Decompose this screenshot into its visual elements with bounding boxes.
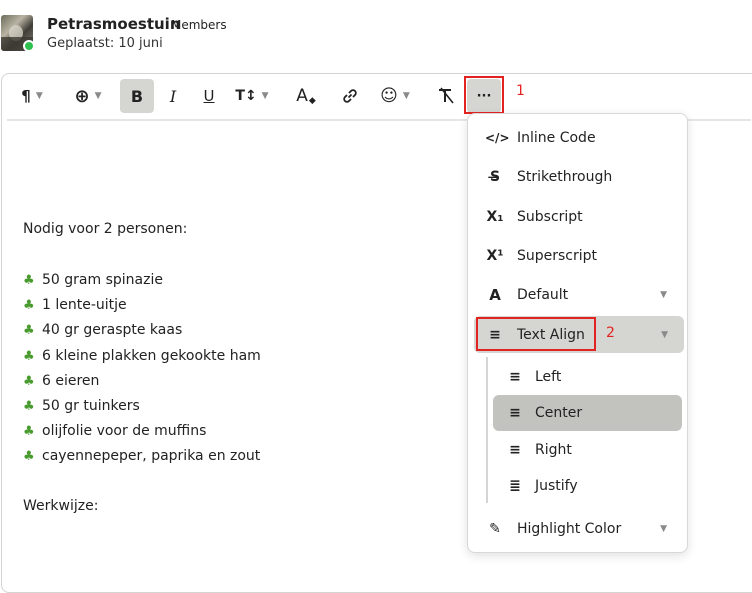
smiley-icon: ☺ bbox=[380, 86, 398, 106]
chevron-down-icon: ▼ bbox=[94, 91, 102, 101]
clear-format-button[interactable] bbox=[431, 79, 461, 113]
font-color-button[interactable]: A ◆ bbox=[289, 79, 323, 113]
chevron-down-icon: ▼ bbox=[660, 290, 667, 300]
ingredient-item: ♣ olijfolie voor de muffins bbox=[23, 423, 206, 439]
menu-item-superscript[interactable]: X¹ Superscript bbox=[468, 238, 689, 274]
strikethrough-icon: S̶ bbox=[489, 169, 501, 185]
align-option-center[interactable]: ≡ Center bbox=[493, 395, 682, 431]
annotation-highlight-box bbox=[476, 317, 596, 351]
ingredient-text: cayennepeper, paprika en zout bbox=[42, 448, 261, 465]
font-icon: A bbox=[489, 286, 501, 304]
align-option-justify[interactable]: ≣ Justify bbox=[493, 468, 682, 504]
chevron-down-icon: ▼ bbox=[402, 91, 410, 101]
online-status-dot bbox=[23, 40, 35, 52]
seedling-icon: ♣ bbox=[23, 348, 35, 364]
ingredient-text: 40 gr geraspte kaas bbox=[42, 322, 183, 339]
underline-button[interactable]: U bbox=[194, 79, 224, 113]
link-button[interactable] bbox=[335, 79, 365, 113]
annotation-highlight-box bbox=[464, 76, 504, 114]
seedling-icon: ♣ bbox=[23, 399, 35, 414]
highlighter-icon: ✎ bbox=[489, 521, 501, 537]
seedling-icon: ♣ bbox=[23, 424, 35, 440]
align-justify-icon: ≣ bbox=[509, 478, 521, 494]
seedling-icon: ♣ bbox=[23, 323, 35, 339]
annotation-number: 1 bbox=[516, 83, 525, 99]
menu-item-label: Default bbox=[517, 287, 569, 303]
ingredient-item: ♣ 1 lente-uitje bbox=[23, 297, 127, 313]
menu-item-label: Highlight Color bbox=[517, 521, 622, 537]
ingredient-item: ♣ cayennepeper, paprika en zout bbox=[23, 448, 260, 464]
ingredient-item: ♣ 6 kleine plakken gekookte ham bbox=[23, 348, 261, 364]
align-option-label: Left bbox=[535, 369, 562, 385]
superscript-icon: X¹ bbox=[486, 248, 504, 264]
seedling-icon: ♣ bbox=[23, 373, 35, 389]
seedling-icon: ♣ bbox=[23, 449, 35, 465]
code-icon: </> bbox=[485, 131, 510, 145]
chevron-down-icon: ▼ bbox=[261, 91, 269, 101]
chevron-down-icon: ▼ bbox=[661, 329, 668, 340]
username[interactable]: Petrasmoestuin bbox=[47, 15, 181, 33]
text-height-icon: T↕ bbox=[235, 88, 257, 104]
role-badge: Members bbox=[171, 18, 227, 32]
align-option-label: Right bbox=[535, 442, 572, 458]
align-option-label: Justify bbox=[535, 478, 578, 494]
menu-item-label: Superscript bbox=[517, 248, 598, 264]
menu-item-label: Subscript bbox=[517, 209, 583, 225]
seedling-icon: ♣ bbox=[23, 273, 35, 288]
intro-line: Nodig voor 2 personen: bbox=[23, 221, 188, 237]
clear-format-icon bbox=[439, 87, 454, 104]
outro-line: Werkwijze: bbox=[23, 498, 99, 514]
ingredient-item: ♣ 50 gram spinazie bbox=[23, 272, 163, 288]
posted-date: Geplaatst: 10 juni bbox=[47, 36, 163, 51]
submenu-guide-line bbox=[486, 357, 488, 503]
menu-item-inline-code[interactable]: </> Inline Code bbox=[468, 120, 689, 156]
ingredient-item: ♣ 6 eieren bbox=[23, 373, 99, 389]
subscript-icon: X₁ bbox=[486, 209, 504, 225]
plus-circle-icon: ⊕ bbox=[74, 85, 90, 107]
ingredient-item: ♣ 50 gr tuinkers bbox=[23, 398, 140, 414]
bold-icon: B bbox=[130, 86, 144, 106]
menu-item-strikethrough[interactable]: S̶ Strikethrough bbox=[468, 159, 689, 195]
ingredient-text: 50 gr tuinkers bbox=[42, 398, 140, 414]
emoji-button[interactable]: ☺ ▼ bbox=[374, 79, 416, 113]
menu-item-highlight-color[interactable]: ✎ Highlight Color ▼ bbox=[468, 511, 689, 547]
italic-button[interactable]: I bbox=[158, 79, 188, 113]
ingredient-text: 50 gram spinazie bbox=[42, 272, 163, 288]
insert-button[interactable]: ⊕ ▼ bbox=[66, 79, 110, 113]
menu-item-label: Inline Code bbox=[517, 130, 596, 146]
menu-item-default-font[interactable]: A Default ▼ bbox=[468, 277, 689, 313]
align-right-icon: ≡ bbox=[509, 442, 521, 458]
font-size-button[interactable]: T↕ ▼ bbox=[230, 79, 274, 113]
annotation-number: 2 bbox=[606, 325, 615, 341]
align-left-icon: ≡ bbox=[509, 369, 521, 385]
align-option-right[interactable]: ≡ Right bbox=[493, 432, 682, 468]
link-icon bbox=[343, 89, 357, 103]
italic-icon: I bbox=[169, 86, 177, 106]
font-color-icon: A bbox=[296, 86, 308, 106]
ingredient-text: 6 kleine plakken gekookte ham bbox=[42, 347, 261, 364]
align-center-icon: ≡ bbox=[509, 405, 521, 421]
menu-item-label: Strikethrough bbox=[517, 169, 613, 185]
ingredient-item: ♣ 40 gr geraspte kaas bbox=[23, 322, 182, 338]
menu-item-subscript[interactable]: X₁ Subscript bbox=[468, 199, 689, 235]
seedling-icon: ♣ bbox=[23, 298, 35, 314]
chevron-down-icon: ▼ bbox=[35, 91, 43, 101]
ingredient-text: 1 lente-uitje bbox=[42, 297, 127, 314]
paragraph-format-button[interactable]: ¶ ▼ bbox=[12, 79, 52, 113]
bold-button[interactable]: B bbox=[120, 79, 154, 113]
underline-icon: U bbox=[203, 87, 215, 105]
paragraph-icon: ¶ bbox=[21, 87, 31, 105]
ingredient-text: 6 eieren bbox=[42, 372, 100, 389]
align-option-label: Center bbox=[535, 405, 583, 421]
ingredient-text: olijfolie voor de muffins bbox=[42, 423, 207, 440]
paint-bucket-icon: ◆ bbox=[308, 96, 316, 106]
chevron-down-icon: ▼ bbox=[660, 524, 667, 534]
align-option-left[interactable]: ≡ Left bbox=[493, 359, 682, 395]
